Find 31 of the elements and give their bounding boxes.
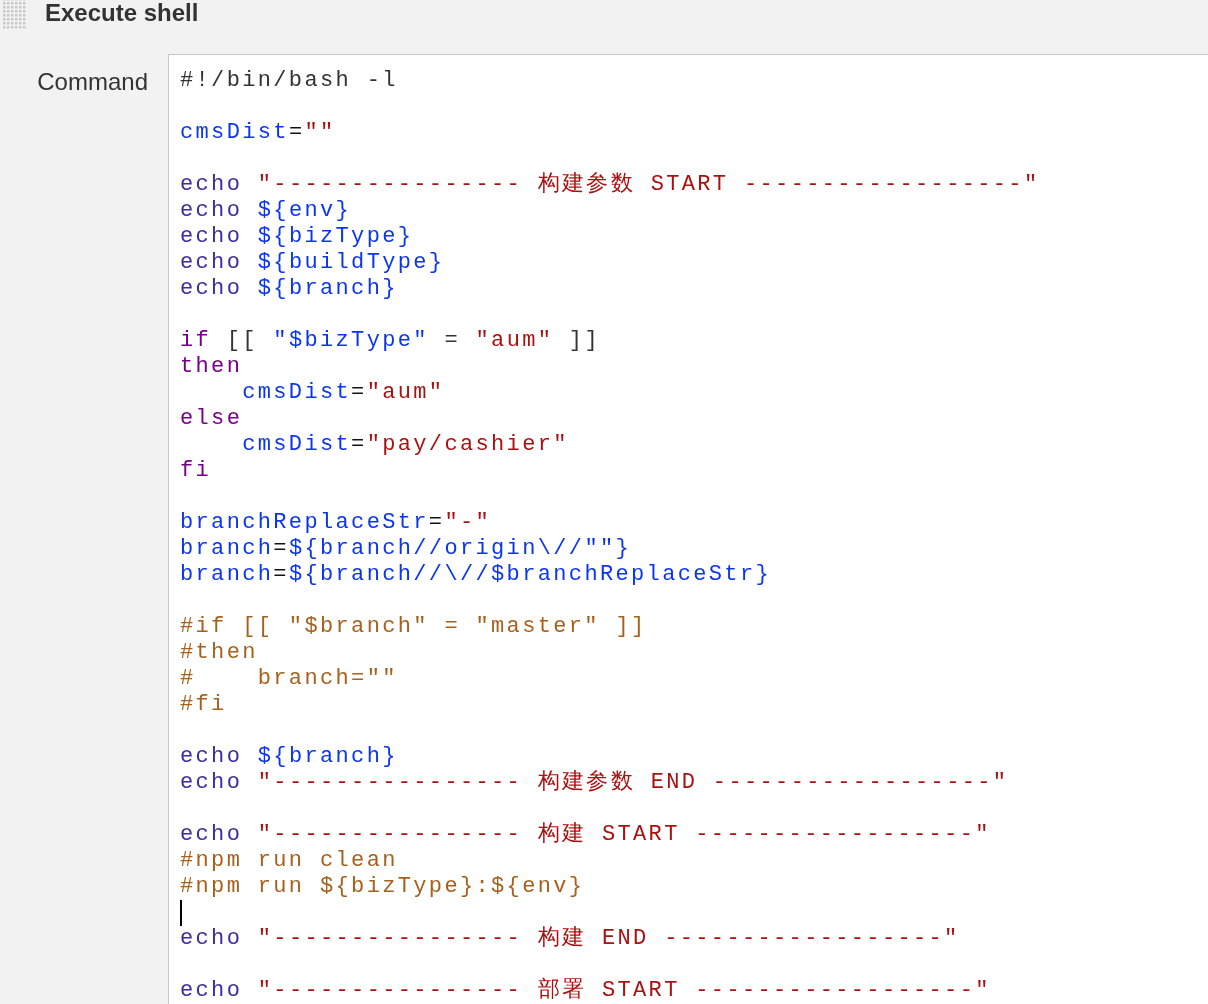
code-line: echo ${bizType} xyxy=(180,224,414,250)
code-line: echo "---------------- 构建 END ------------------" xyxy=(180,926,960,952)
code-line: echo "---------------- 部署 START ------------------" xyxy=(180,978,991,1004)
code-line: branchReplaceStr="-" xyxy=(180,510,492,536)
code-line: #npm run ${bizType}:${env} xyxy=(180,874,585,900)
code-line: echo ${branch} xyxy=(180,744,398,770)
code-line: cmsDist="aum" xyxy=(241,380,445,406)
code-line: if [[ "$bizType" = "aum" ]] xyxy=(180,328,600,354)
drag-handle-icon[interactable] xyxy=(3,0,27,30)
code-line: branch=${branch//\//$branchReplaceStr} xyxy=(180,562,771,588)
code-line: cmsDist="pay/cashier" xyxy=(241,432,569,458)
code-line: echo ${env} xyxy=(180,198,352,224)
code-line: then xyxy=(180,354,243,380)
code-line: echo "---------------- 构建 START ------------------" xyxy=(180,822,991,848)
code-line: echo "---------------- 构建参数 START ------------------" xyxy=(180,172,1040,198)
code-line: cmsDist="" xyxy=(180,120,336,146)
code-editor[interactable] xyxy=(168,54,1208,1004)
code-line: #then xyxy=(180,640,258,666)
code-line: #npm run clean xyxy=(180,848,398,874)
code-line: echo ${branch} xyxy=(180,276,398,302)
code-line: fi xyxy=(180,458,212,484)
code-line: #if [[ "$branch" = "master" ]] xyxy=(180,614,647,640)
code-line: branch=${branch//origin\//""} xyxy=(180,536,632,562)
code-line: #!/bin/bash -l xyxy=(180,68,398,94)
command-label: Command xyxy=(36,67,149,97)
code-line: echo "---------------- 构建参数 END ------------------" xyxy=(180,770,1009,796)
code-line: echo ${buildType} xyxy=(180,250,445,276)
code-line: else xyxy=(180,406,243,432)
section-title: Execute shell xyxy=(45,0,199,27)
code-line: #fi xyxy=(180,692,227,718)
code-line: # branch="" xyxy=(180,666,398,692)
